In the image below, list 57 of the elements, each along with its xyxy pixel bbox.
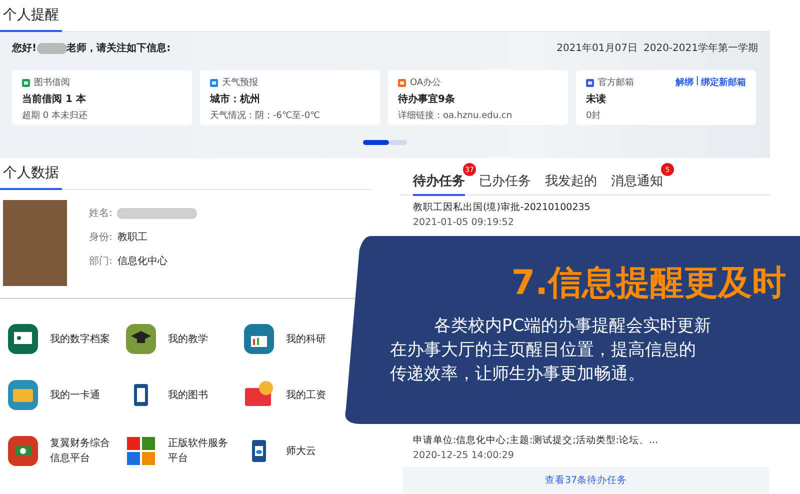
card-value: 城市：杭州 xyxy=(210,92,261,106)
software-app-icon[interactable] xyxy=(126,436,156,466)
task-tab[interactable]: 待办任务 xyxy=(413,172,465,196)
card-label: 官方邮箱 xyxy=(598,76,634,89)
card-detail: 详细链接：oa.hznu.edu.cn xyxy=(398,110,514,122)
app-label[interactable]: 师大云 xyxy=(286,444,354,458)
task-time: 2021-01-05 09:19:52 xyxy=(413,217,515,228)
app-label[interactable]: 我的图书 xyxy=(168,388,236,402)
finance-app-icon[interactable] xyxy=(8,436,38,466)
field-value: 信息化中心 xyxy=(117,254,168,268)
task-time: 2020-12-25 14:00:29 xyxy=(413,450,515,461)
square-icon xyxy=(22,78,30,86)
link-separator: | xyxy=(696,76,699,88)
app-label[interactable]: 正版软件服务平台 xyxy=(168,436,236,466)
task-tab[interactable]: 消息通知 xyxy=(611,172,663,194)
section-title: 个人数据 xyxy=(0,163,62,190)
field-label: 部门: xyxy=(89,254,112,268)
archive-app-icon[interactable] xyxy=(8,324,38,354)
greeting-text: 您好! xyxy=(12,42,37,55)
task-title[interactable]: 申请单位:信息化中心;主题:测试提交;活动类型:论坛、... xyxy=(413,434,770,447)
card-label: 图书借阅 xyxy=(34,76,70,89)
square-icon xyxy=(398,78,406,86)
date-text: 2021年01月07日 xyxy=(556,42,638,55)
card-value: 未读 xyxy=(586,92,607,106)
app-label[interactable]: 我的数字档案 xyxy=(50,332,118,346)
mail-link[interactable]: 绑定新邮箱 xyxy=(701,76,746,89)
task-title[interactable]: 教职工因私出国(境)审批-20210100235 xyxy=(413,201,770,214)
field-label: 姓名: xyxy=(89,207,112,220)
overlay-text: 在办事大厅的主页醒目位置，提高信息的 xyxy=(390,339,697,362)
card-value: 当前借阅 1 本 xyxy=(22,92,87,106)
term-text: 2020-2021学年第一学期 xyxy=(643,42,758,55)
card-label: OA办公 xyxy=(410,76,442,89)
card-detail: 超期 0 本未归还 xyxy=(22,110,88,122)
card-value: 待办事宜9条 xyxy=(398,92,456,106)
app-label[interactable]: 我的一卡通 xyxy=(50,388,118,402)
field-value: 教职工 xyxy=(117,231,148,244)
overlay-text: 各类校内PC端的办事提醒会实时更新 xyxy=(433,315,712,338)
card-detail: 0封 xyxy=(586,110,602,122)
card-label: 天气预报 xyxy=(222,76,258,89)
mail-icon xyxy=(586,78,594,86)
view-all-button[interactable]: 查看37条待办任务 xyxy=(403,467,769,493)
card-app-icon[interactable] xyxy=(8,380,38,410)
overlay-title: 7.信息提醒更及时 xyxy=(510,262,787,305)
square-icon xyxy=(210,78,218,86)
card-detail: 天气情况：阴；-6℃至-0℃ xyxy=(210,110,322,122)
mail-link[interactable]: 解绑 xyxy=(676,76,694,89)
greeting-text: 老师，请关注如下信息: xyxy=(66,41,171,55)
field-label: 身份: xyxy=(89,231,112,244)
app-label[interactable]: 我的教学 xyxy=(168,332,236,346)
task-tab[interactable]: 我发起的 xyxy=(545,172,597,194)
research-app-icon[interactable] xyxy=(244,324,274,354)
app-label[interactable]: 我的科研 xyxy=(286,332,354,346)
teaching-app-icon[interactable] xyxy=(126,324,156,354)
blurred-name xyxy=(36,42,67,54)
task-tab[interactable]: 已办任务 xyxy=(479,172,531,194)
app-label[interactable]: 复翼财务综合信息平台 xyxy=(50,436,118,466)
overlay-text: 传递效率，让师生办事更加畅通。 xyxy=(390,363,646,386)
